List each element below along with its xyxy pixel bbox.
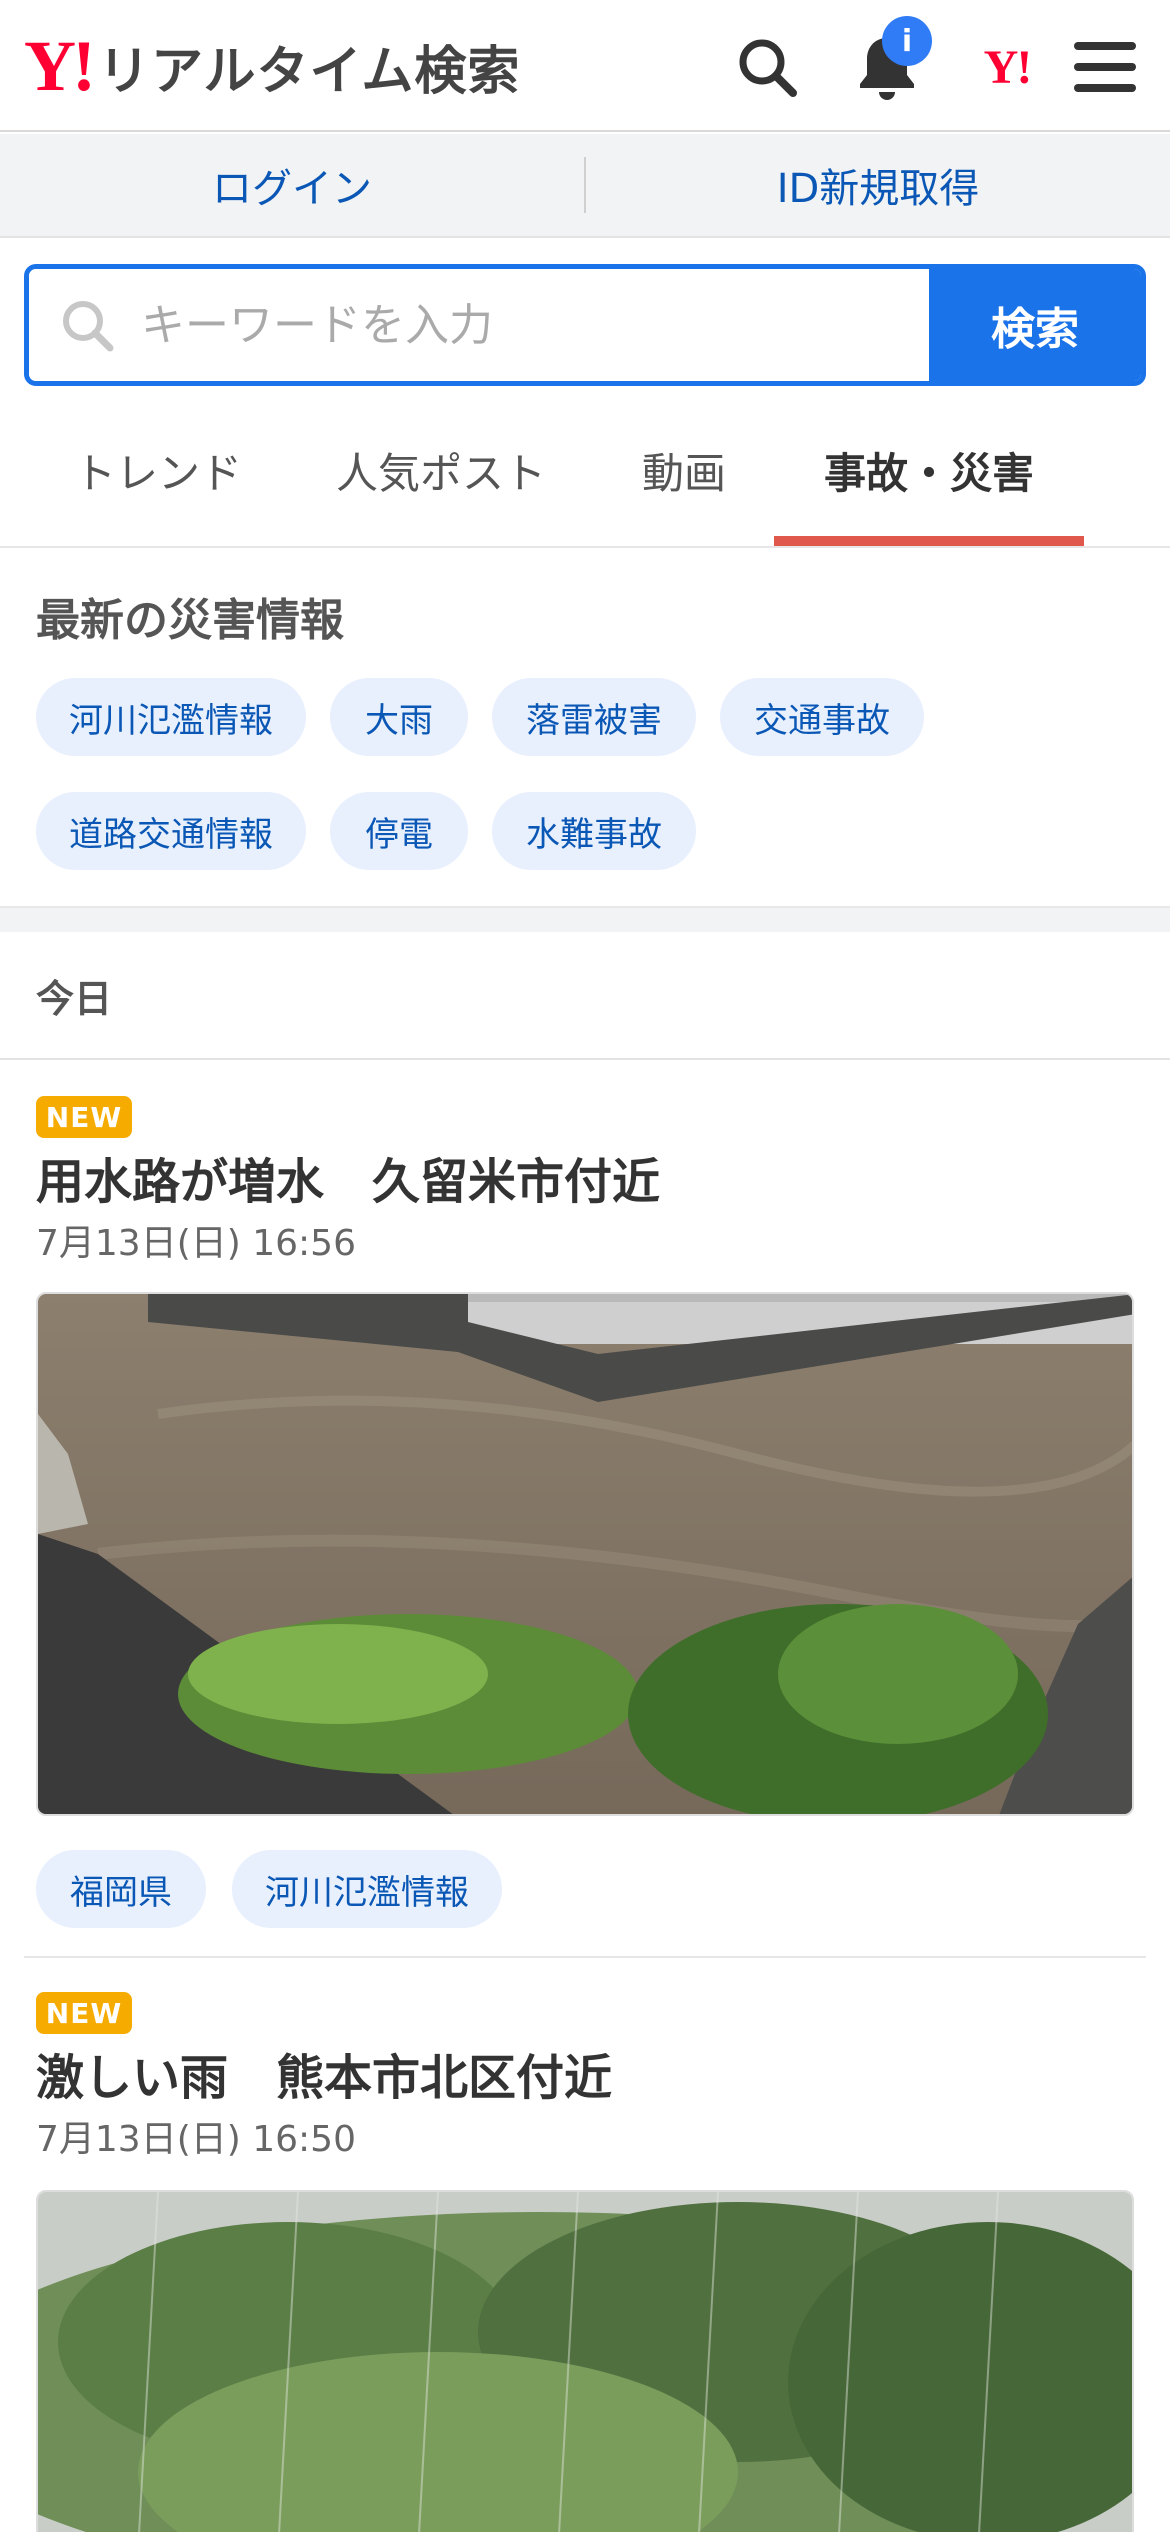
day-label: 今日 <box>36 977 113 1021</box>
chip-heavy-rain[interactable]: 大雨 <box>330 678 468 756</box>
yahoo-japan-link[interactable]: Y! <box>962 22 1052 112</box>
post-date: 7月13日(日) 16:50 <box>36 2119 356 2160</box>
app-title: リアルタイム検索 <box>97 41 521 102</box>
search-button[interactable]: 検索 <box>929 269 1141 381</box>
register-link[interactable]: ID新規取得 <box>586 156 1170 214</box>
auth-bar: ログイン ID新規取得 <box>0 134 1170 238</box>
chip-lightning-damage[interactable]: 落雷被害 <box>492 678 696 756</box>
post-photo[interactable] <box>36 2190 1134 2532</box>
post-card[interactable]: NEW 用水路が増水 久留米市付近 7月13日(日) 16:56 福岡県 河川氾… <box>0 1060 1170 1960</box>
section-gap <box>0 906 1170 932</box>
tab-videos[interactable]: 動画 <box>642 440 726 501</box>
chip-river-flood[interactable]: 河川氾濫情報 <box>36 678 306 756</box>
new-badge: NEW <box>36 1992 132 2034</box>
search-input[interactable] <box>141 299 841 351</box>
hamburger-menu-icon <box>1074 42 1136 92</box>
search-icon[interactable] <box>722 22 812 112</box>
chip-water-accident[interactable]: 水難事故 <box>492 792 696 870</box>
menu-button[interactable] <box>1060 22 1150 112</box>
search-icon <box>63 301 114 352</box>
chip-traffic-accident[interactable]: 交通事故 <box>720 678 924 756</box>
heavy-rain-trees-image <box>38 2192 1132 2532</box>
post-title: 用水路が増水 久留米市付近 <box>36 1154 661 1210</box>
yahoo-mark-icon: Y! <box>983 40 1033 94</box>
post-title: 激しい雨 熊本市北区付近 <box>36 2050 613 2106</box>
post-photo[interactable] <box>36 1292 1134 1816</box>
chip-road-traffic[interactable]: 道路交通情報 <box>36 792 306 870</box>
flooded-canal-image <box>38 1294 1132 1814</box>
notification-button[interactable]: i <box>842 16 932 112</box>
yahoo-logo-mark: Y! <box>24 26 96 106</box>
tab-accidents-disasters[interactable]: 事故・災害 <box>824 440 1034 501</box>
app-header: Y! リアルタイム検索 i Y! <box>0 0 1170 132</box>
new-badge: NEW <box>36 1096 132 1138</box>
disaster-info-section: 最新の災害情報 河川氾濫情報 大雨 落雷被害 交通事故 道路交通情報 停電 水難… <box>0 550 1170 906</box>
tab-trend[interactable]: トレンド <box>74 440 242 501</box>
yahoo-realtime-logo[interactable]: Y! リアルタイム検索 <box>24 26 520 106</box>
tab-popular-posts[interactable]: 人気ポスト <box>336 440 546 501</box>
notification-badge: i <box>882 16 932 66</box>
active-tab-indicator <box>774 536 1084 546</box>
chip-power-outage[interactable]: 停電 <box>330 792 468 870</box>
section-title: 最新の災害情報 <box>36 595 344 646</box>
tag-fukuoka[interactable]: 福岡県 <box>36 1850 206 1928</box>
day-header: 今日 <box>0 932 1170 1060</box>
tag-river-flood[interactable]: 河川氾濫情報 <box>232 1850 502 1928</box>
search-bar: 検索 <box>24 264 1146 386</box>
post-date: 7月13日(日) 16:56 <box>36 1223 356 1264</box>
search-field <box>29 269 929 381</box>
category-tabs: トレンド 人気ポスト 動画 事故・災害 <box>0 400 1170 548</box>
post-card[interactable]: NEW 激しい雨 熊本市北区付近 7月13日(日) 16:50 <box>0 1958 1170 2532</box>
login-link[interactable]: ログイン <box>0 156 584 214</box>
